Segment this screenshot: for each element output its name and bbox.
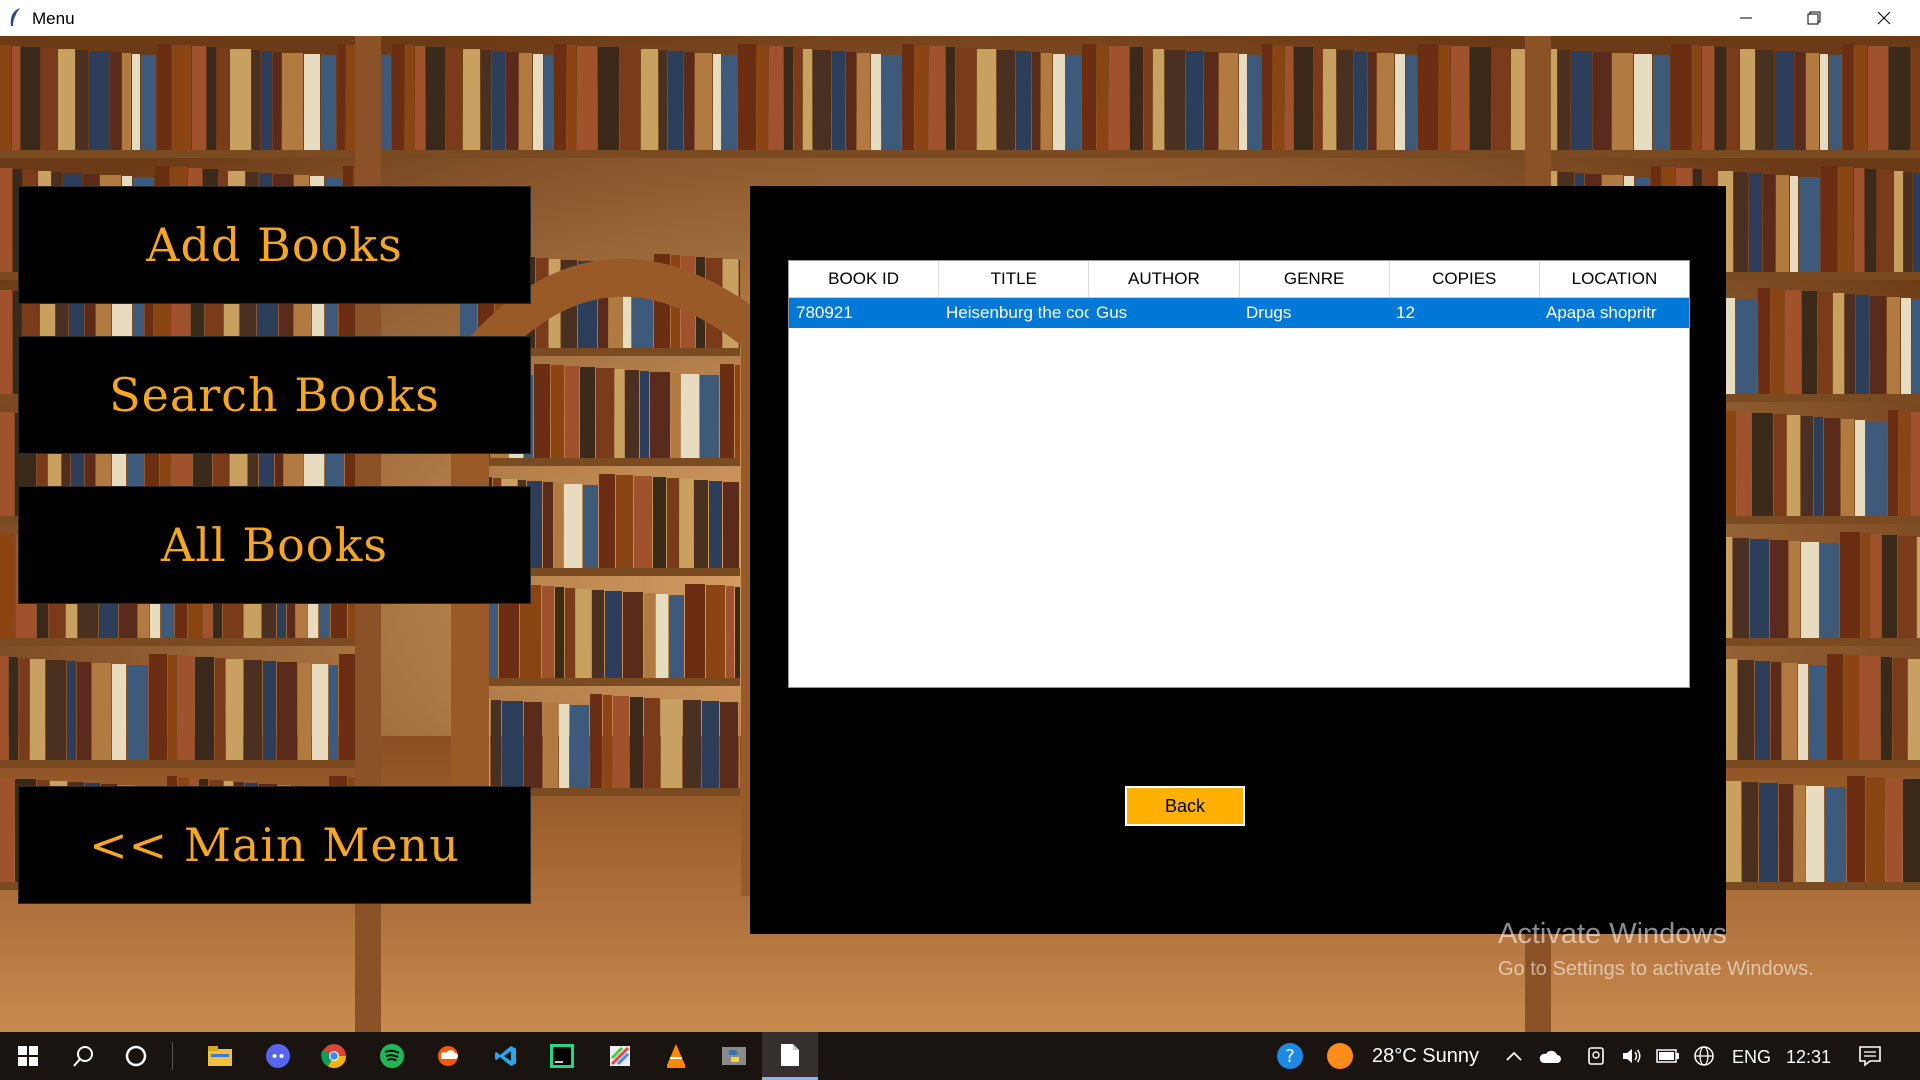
activation-watermark-subtitle: Go to Settings to activate Windows. — [1498, 958, 1814, 980]
search-icon — [73, 1046, 93, 1067]
minimize-icon — [1740, 17, 1752, 19]
column-header-author[interactable]: AUTHOR — [1089, 261, 1240, 297]
search-books-button[interactable]: Search Books — [18, 336, 531, 454]
restore-icon — [1807, 11, 1821, 25]
pycharm-button[interactable] — [534, 1032, 590, 1080]
input-language[interactable]: ENG — [1732, 1047, 1771, 1068]
discord-icon — [266, 1044, 290, 1068]
soundcloud-icon — [438, 1046, 458, 1066]
help-icon: ? — [1277, 1043, 1303, 1069]
taskbar: ? 28°C Sunny ENG 12:31 — [0, 1032, 1920, 1080]
column-header-location[interactable]: LOCATION — [1540, 261, 1689, 297]
activation-watermark-title: Activate Windows — [1498, 918, 1727, 950]
taskbar-divider — [172, 1042, 173, 1070]
chrome-icon — [321, 1044, 346, 1069]
add-books-button[interactable]: Add Books — [18, 186, 531, 304]
vscode-icon — [495, 1046, 516, 1066]
feather-icon — [10, 8, 20, 26]
back-button[interactable]: Back — [1125, 786, 1245, 826]
cell-book-id: 780921 — [796, 303, 853, 322]
notifications-button[interactable] — [1842, 1032, 1898, 1080]
chrome-button[interactable] — [306, 1032, 362, 1080]
camera-icon — [1588, 1047, 1604, 1065]
books-table[interactable]: BOOK ID TITLE AUTHOR GENRE COPIES LOCATI… — [788, 260, 1690, 688]
paint-icon — [610, 1046, 630, 1066]
onedrive-button[interactable] — [1532, 1032, 1568, 1080]
volume-button[interactable] — [1614, 1032, 1650, 1080]
cell-location: Apapa shopritr — [1546, 303, 1657, 322]
soundcloud-button[interactable] — [420, 1032, 476, 1080]
vscode-button[interactable] — [478, 1032, 534, 1080]
cell-title: Heisenburg the cook — [946, 303, 1089, 322]
cloud-icon — [1539, 1050, 1561, 1063]
search-button[interactable] — [56, 1032, 112, 1080]
paint-button[interactable] — [592, 1032, 648, 1080]
cell-genre: Drugs — [1246, 303, 1292, 322]
column-header-title[interactable]: TITLE — [939, 261, 1090, 297]
column-header-genre[interactable]: GENRE — [1240, 261, 1390, 297]
window-title: Menu — [32, 9, 75, 28]
battery-icon — [1656, 1049, 1679, 1063]
windows-logo-icon — [18, 1046, 38, 1066]
weather-button[interactable] — [1312, 1032, 1368, 1080]
vlc-button[interactable] — [648, 1032, 704, 1080]
notification-icon — [1859, 1046, 1881, 1067]
discord-button[interactable] — [250, 1032, 306, 1080]
meet-now-button[interactable] — [1578, 1032, 1614, 1080]
column-header-copies[interactable]: COPIES — [1390, 261, 1540, 297]
table-row[interactable]: 780921 Heisenburg the cook Gus Drugs 12 … — [789, 298, 1689, 328]
show-hidden-icons-button[interactable] — [1496, 1032, 1532, 1080]
cell-author: Gus — [1096, 303, 1128, 322]
svg-text:?: ? — [1285, 1046, 1295, 1067]
pycharm-icon — [550, 1044, 574, 1068]
battery-button[interactable] — [1650, 1032, 1686, 1080]
file-explorer-button[interactable] — [192, 1032, 248, 1080]
close-button[interactable] — [1850, 0, 1918, 36]
table-header: BOOK ID TITLE AUTHOR GENRE COPIES LOCATI… — [789, 261, 1689, 298]
cell-copies: 12 — [1396, 303, 1415, 322]
title-bar: Menu — [0, 0, 1920, 37]
spotify-button[interactable] — [364, 1032, 420, 1080]
file-explorer-icon — [208, 1046, 232, 1066]
python-icon — [722, 1047, 746, 1065]
vlc-icon — [667, 1044, 685, 1068]
speaker-icon — [1623, 1049, 1641, 1063]
books-panel: BOOK ID TITLE AUTHOR GENRE COPIES LOCATI… — [750, 186, 1726, 934]
main-menu-button[interactable]: << Main Menu — [18, 786, 531, 904]
python-button[interactable] — [706, 1032, 762, 1080]
globe-icon — [1694, 1046, 1714, 1066]
close-icon — [1877, 11, 1891, 25]
network-button[interactable] — [1686, 1032, 1722, 1080]
start-button[interactable] — [0, 1032, 56, 1080]
clock[interactable]: 12:31 — [1786, 1047, 1831, 1068]
weather-text[interactable]: 28°C Sunny — [1372, 1045, 1479, 1068]
notepad-icon — [781, 1043, 799, 1066]
notepad-button[interactable] — [762, 1032, 818, 1080]
chevron-up-icon — [1506, 1051, 1522, 1061]
sun-icon — [1327, 1043, 1353, 1069]
cortana-button[interactable] — [108, 1032, 164, 1080]
cortana-circle-icon — [125, 1045, 147, 1067]
all-books-button[interactable]: All Books — [18, 486, 531, 604]
column-header-book-id[interactable]: BOOK ID — [789, 261, 940, 297]
help-button[interactable]: ? — [1262, 1032, 1318, 1080]
spotify-icon — [380, 1044, 404, 1068]
restore-button[interactable] — [1780, 0, 1848, 36]
minimize-button[interactable] — [1712, 0, 1780, 36]
